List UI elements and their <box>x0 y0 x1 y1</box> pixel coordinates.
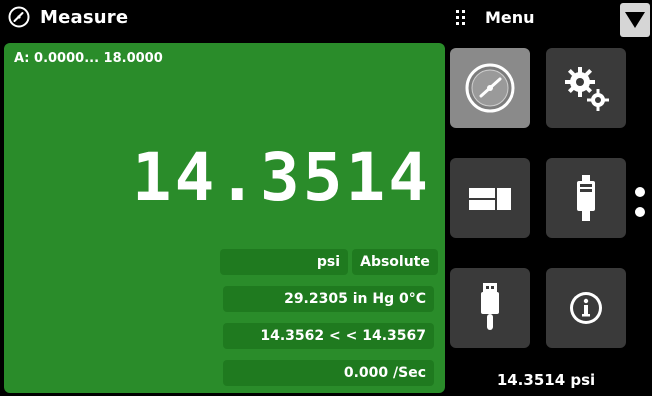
page-title: Measure <box>40 7 129 28</box>
primary-reading: 14.3514 <box>131 139 431 216</box>
gears-icon <box>565 67 609 111</box>
unit-pill[interactable]: psi <box>220 249 348 275</box>
display-tile[interactable] <box>450 158 530 238</box>
grip-icon[interactable] <box>456 10 466 26</box>
settings-tile[interactable] <box>546 48 626 128</box>
range-label: A: 0.0000... 18.0000 <box>14 51 163 66</box>
bottom-readout: 14.3514 psi <box>496 371 596 389</box>
peak-pill[interactable]: 14.3562 < < 14.3567 <box>223 323 434 349</box>
measure-tile[interactable] <box>450 48 530 128</box>
usb-tile[interactable] <box>450 268 530 348</box>
sensor-icon <box>577 175 595 221</box>
info-icon <box>570 292 602 324</box>
title-bar: Measure Menu <box>0 0 652 38</box>
usb-icon <box>481 283 499 330</box>
page-indicator[interactable] <box>634 186 646 218</box>
gauge-icon <box>8 6 30 28</box>
measure-panel[interactable]: A: 0.0000... 18.0000 14.3514 psi Absolut… <box>4 43 445 393</box>
rate-pill[interactable]: 0.000 /Sec <box>223 360 434 386</box>
secondary-reading-pill[interactable]: 29.2305 in Hg 0°C <box>223 286 434 312</box>
gauge-icon <box>465 63 515 113</box>
display-layout-icon <box>469 188 511 210</box>
sensor-tile[interactable] <box>546 158 626 238</box>
triangle-down-icon <box>625 12 645 28</box>
menu-label[interactable]: Menu <box>485 8 535 27</box>
info-tile[interactable] <box>546 268 626 348</box>
dropdown-button[interactable] <box>620 3 650 37</box>
mode-pill[interactable]: Absolute <box>352 249 438 275</box>
